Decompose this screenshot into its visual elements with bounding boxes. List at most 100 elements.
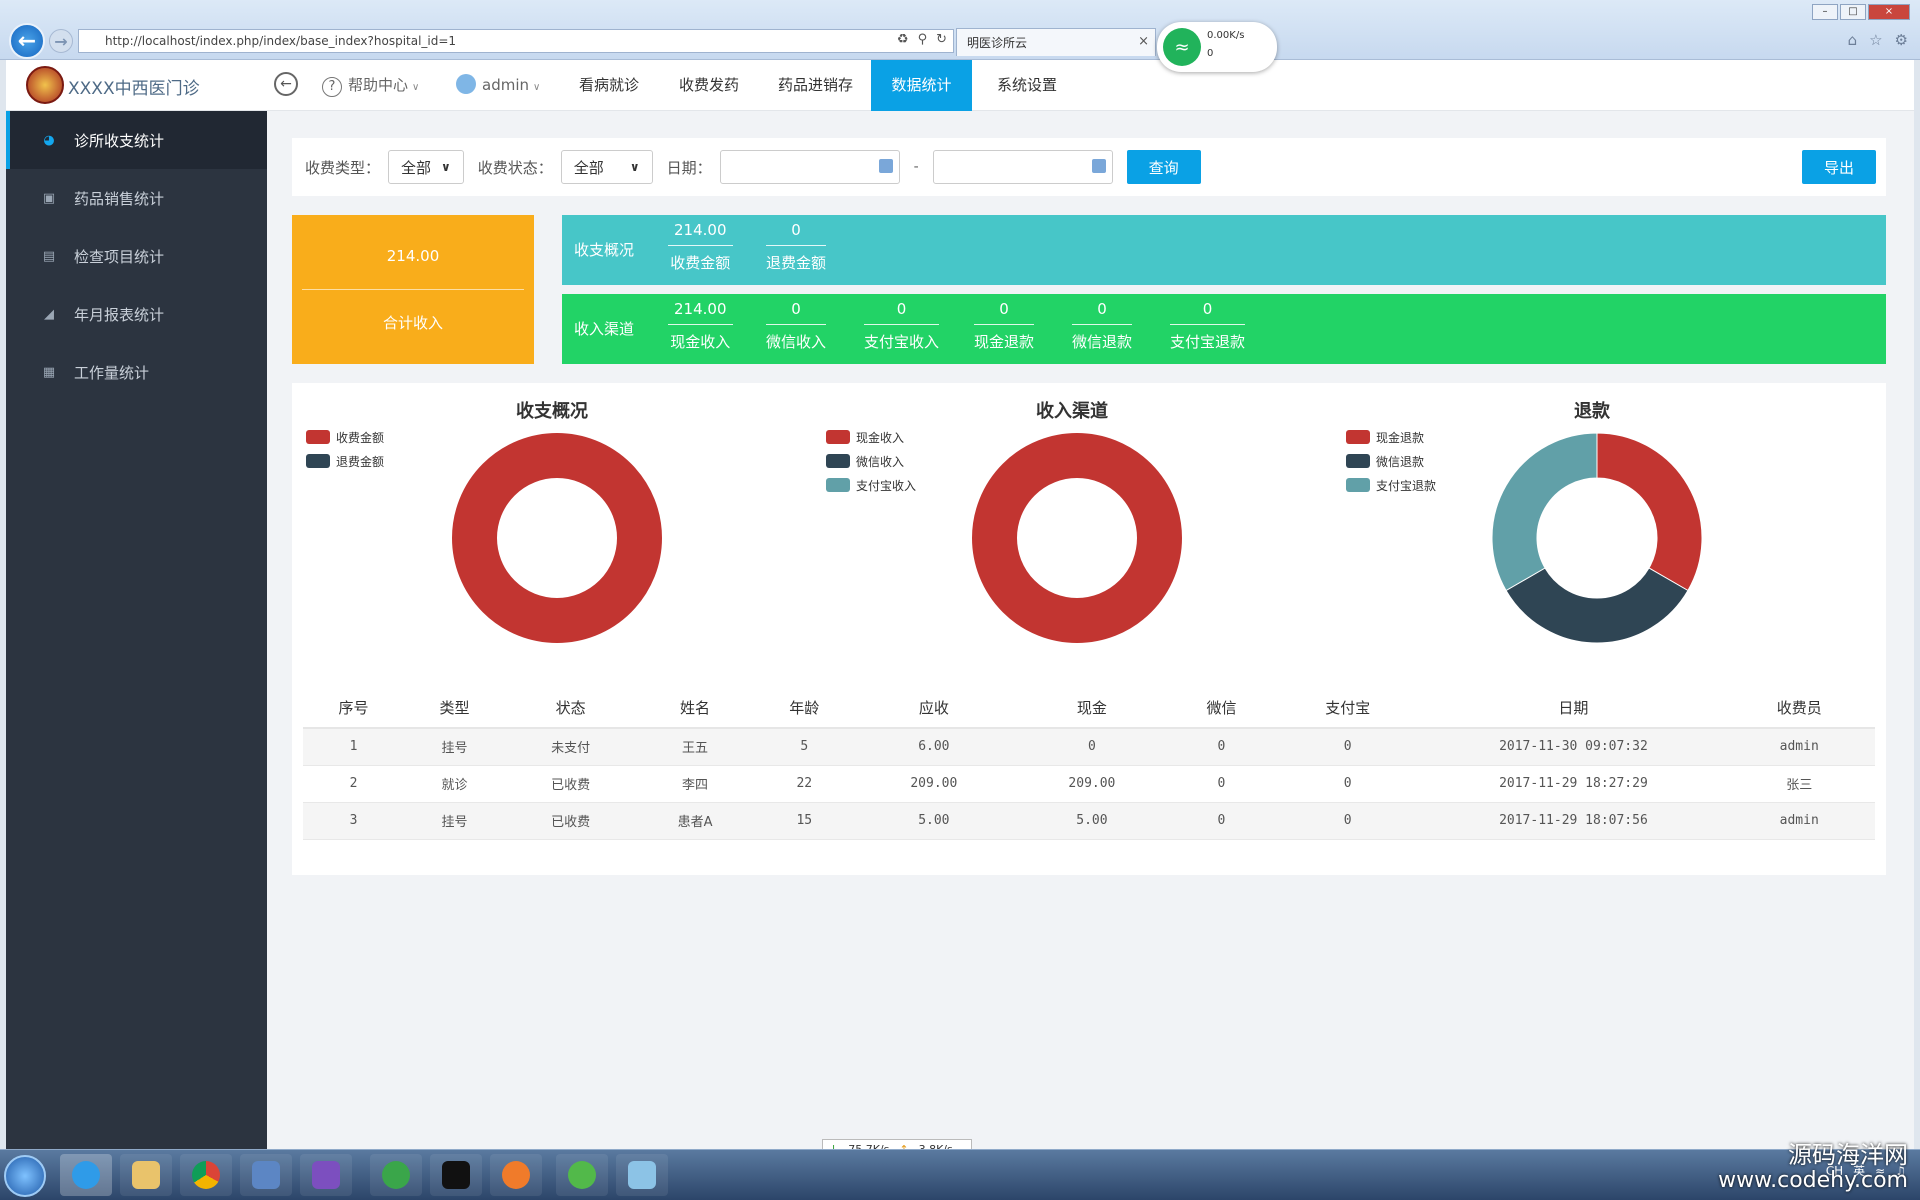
legend-label: 退费金额: [336, 454, 385, 469]
legend-item[interactable]: 现金退款: [1346, 429, 1436, 445]
col-receivable: 应收: [854, 688, 1013, 729]
calculator-icon: ▦: [42, 364, 56, 380]
nav-tab-inventory[interactable]: 药品进销存: [758, 60, 873, 111]
sidebar-item-monthly-report[interactable]: ◢ 年月报表统计: [6, 285, 267, 343]
nav-tab-settings[interactable]: 系统设置: [977, 60, 1077, 111]
col-date: 日期: [1423, 688, 1724, 729]
legend-item[interactable]: 支付宝收入: [826, 477, 916, 493]
donut-chart[interactable]: [972, 433, 1182, 643]
app-orange-icon[interactable]: [490, 1154, 542, 1196]
cell: 0: [1170, 802, 1272, 840]
nav-tab-charge[interactable]: 收费发药: [659, 60, 759, 111]
date-separator: -: [913, 159, 919, 175]
stat-alipay-refund: 0 支付宝退款: [1170, 300, 1246, 352]
cell: admin: [1723, 802, 1875, 840]
maximize-icon[interactable]: □: [1840, 4, 1866, 20]
col-wechat: 微信: [1170, 688, 1272, 729]
donut-chart[interactable]: [452, 433, 662, 643]
cell: 5.00: [1012, 802, 1171, 840]
stat-value: 0: [766, 300, 827, 325]
network-app-icon[interactable]: [240, 1154, 292, 1196]
cell: 0: [1271, 765, 1424, 803]
col-cashier: 收费员: [1723, 688, 1875, 729]
cell: 0: [1012, 728, 1171, 766]
overview-title: 收支概况: [574, 241, 635, 259]
legend-item[interactable]: 现金收入: [826, 429, 916, 445]
app-blue-icon[interactable]: [616, 1154, 668, 1196]
table-row[interactable]: 1 挂号 未支付 王五 5 6.00 0 0 0 2017-11-30 09:0…: [303, 728, 1875, 766]
net-up-speed: 0.00K/s: [1207, 30, 1245, 41]
chrome-app-icon[interactable]: [180, 1154, 232, 1196]
help-center-menu[interactable]: ? 帮助中心 ∨: [322, 60, 419, 111]
favorites-star-icon[interactable]: ☆: [1869, 31, 1882, 49]
wechat-app-icon[interactable]: [556, 1154, 608, 1196]
legend-item[interactable]: 收费金额: [306, 429, 384, 445]
legend-item[interactable]: 微信收入: [826, 453, 916, 469]
explorer-app-icon[interactable]: [120, 1154, 172, 1196]
address-bar[interactable]: http://localhost/index.php/index/base_in…: [78, 29, 954, 53]
fee-type-select[interactable]: 全部 ∨: [388, 150, 464, 184]
table-row[interactable]: 3 挂号 已收费 患者A 15 5.00 5.00 0 0 2017-11-29…: [303, 802, 1875, 840]
table-row[interactable]: 2 就诊 已收费 李四 22 209.00 209.00 0 0 2017-11…: [303, 765, 1875, 803]
stat-label: 微信退款: [1072, 333, 1133, 351]
address-tools: ♻ ⚲ ↻: [897, 32, 947, 47]
fee-type-label: 收费类型：: [305, 158, 381, 177]
donut-chart[interactable]: [1492, 433, 1702, 643]
donut-slice[interactable]: [972, 433, 1182, 643]
cell: 2017-11-30 09:07:32: [1423, 728, 1724, 766]
visual-studio-app-icon[interactable]: [300, 1154, 352, 1196]
nav-tab-statistics[interactable]: 数据统计: [871, 60, 972, 111]
nav-tab-visit[interactable]: 看病就诊: [559, 60, 659, 111]
legend-label: 支付宝收入: [856, 478, 917, 493]
sidebar-item-income-stats[interactable]: ◕ 诊所收支统计: [6, 111, 267, 169]
start-button[interactable]: [4, 1155, 46, 1197]
search-icon[interactable]: ⚲: [918, 32, 928, 47]
briefcase-icon: ▣: [42, 190, 56, 206]
terminal-app-icon[interactable]: [430, 1154, 482, 1196]
cell: 就诊: [404, 765, 506, 803]
fee-status-select[interactable]: 全部 ∨: [560, 150, 653, 184]
network-speed-widget[interactable]: ≈ 0.00K/s 0: [1157, 22, 1277, 72]
cell: 未支付: [505, 728, 637, 766]
col-type: 类型: [404, 688, 506, 729]
stat-wechat-income: 0 微信收入: [766, 300, 827, 352]
legend-item[interactable]: 退费金额: [306, 453, 384, 469]
legend-swatch: [306, 454, 330, 468]
sidebar-item-exam-stats[interactable]: ▤ 检查项目统计: [6, 227, 267, 285]
sidebar-item-workload[interactable]: ▦ 工作量统计: [6, 343, 267, 401]
cell: 患者A: [636, 802, 754, 840]
date-end-input[interactable]: [932, 150, 1113, 184]
back-arrow-icon[interactable]: ←: [274, 72, 298, 96]
export-button[interactable]: 导出: [1802, 150, 1876, 184]
app-green-icon[interactable]: [370, 1154, 422, 1196]
browser-forward-icon[interactable]: →: [49, 29, 73, 53]
donut-slice[interactable]: [1492, 433, 1598, 592]
settings-gear-icon[interactable]: ⚙: [1895, 31, 1908, 49]
donut-slice[interactable]: [1596, 433, 1702, 592]
total-income-label: 合计收入: [382, 314, 443, 332]
query-button[interactable]: 查询: [1126, 150, 1201, 184]
minimize-icon[interactable]: –: [1812, 4, 1838, 20]
legend-item[interactable]: 支付宝退款: [1346, 477, 1436, 493]
donut-slice[interactable]: [452, 433, 662, 643]
donut-slice[interactable]: [1505, 567, 1689, 643]
cell: 6.00: [854, 728, 1013, 766]
sidebar-item-drug-sales[interactable]: ▣ 药品销售统计: [6, 169, 267, 227]
cell: 2017-11-29 18:27:29: [1423, 765, 1724, 803]
browser-tab[interactable]: 明医诊所云 ×: [956, 28, 1156, 56]
refresh-icon[interactable]: ↻: [936, 32, 947, 47]
close-window-icon[interactable]: ×: [1868, 4, 1910, 20]
legend-item[interactable]: 微信退款: [1346, 453, 1436, 469]
taskbar: CH 英 ≈ ♫: [0, 1149, 1920, 1200]
compat-icon[interactable]: ♻: [897, 32, 909, 47]
stat-charge-amount: 214.00 收费金额: [668, 221, 733, 273]
tab-close-icon[interactable]: ×: [1138, 34, 1149, 49]
date-start-input[interactable]: [719, 150, 900, 184]
home-icon[interactable]: ⌂: [1848, 31, 1858, 49]
ie-app-icon[interactable]: [60, 1154, 112, 1196]
stat-value: 214.00: [668, 221, 733, 246]
user-menu[interactable]: admin ∨: [456, 60, 540, 111]
cell: 0: [1170, 728, 1272, 766]
brand-title: XXXX中西医门诊: [68, 79, 200, 99]
browser-back-icon[interactable]: ←: [9, 23, 45, 59]
